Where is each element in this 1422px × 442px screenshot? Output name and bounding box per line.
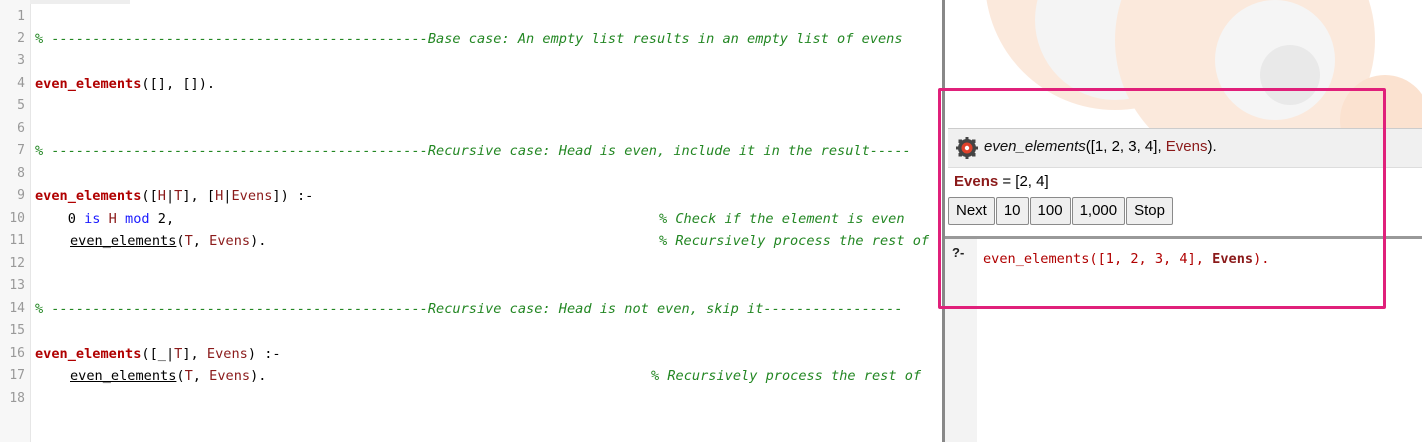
code-text: ).: [250, 368, 267, 384]
editor-top-strip: [30, 0, 130, 4]
variable: Evens: [206, 346, 248, 362]
line-number: 9: [17, 188, 25, 203]
line-number: 11: [9, 233, 25, 248]
query-prompt-gutter: ?-: [945, 239, 977, 442]
code-comment: % Check if the element is even: [659, 211, 905, 227]
code-comment: % Recursively process the rest of: [659, 233, 930, 249]
gear-icon[interactable]: [956, 137, 978, 159]
code-text: ).: [250, 233, 267, 249]
line-number: 15: [9, 323, 25, 338]
next-1000-button[interactable]: 1,000: [1071, 197, 1126, 225]
code-text: ,: [192, 368, 210, 384]
stop-button[interactable]: Stop: [1126, 197, 1173, 225]
predicate-call: even_elements: [70, 233, 177, 249]
query-input-end: ).: [1253, 251, 1270, 267]
answer-query-header: even_elements([1, 2, 3, 4], Evens).: [948, 129, 1422, 168]
line-number: 5: [17, 98, 25, 113]
code-text: ([: [141, 188, 158, 204]
variable: Evens: [231, 188, 273, 204]
predicate-name: even_elements: [35, 76, 142, 92]
answer-binding: Evens = [2, 4]: [954, 173, 1049, 190]
query-input-predicate: even_elements([1, 2, 3, 4],: [983, 251, 1213, 267]
code-text: ],: [182, 346, 207, 362]
code-line: even_elements(T, Evens).: [70, 365, 266, 387]
query-editor[interactable]: ?- even_elements([1, 2, 3, 4], Evens).: [945, 239, 1422, 442]
code-text: ([], []).: [141, 76, 216, 92]
variable: T: [184, 233, 193, 249]
code-comment-line: % --------------------------------------…: [35, 301, 903, 317]
query-input-variable: Evens: [1212, 251, 1254, 267]
answer-panel: even_elements([1, 2, 3, 4], Evens). Even…: [948, 128, 1422, 229]
code-comment: % Recursively process the rest of: [651, 368, 922, 384]
line-number: 2: [17, 31, 25, 46]
answer-controls: Next 10 100 1,000 Stop: [948, 197, 1173, 225]
line-number: 3: [17, 53, 25, 68]
line-number: 8: [17, 166, 25, 181]
next-100-button[interactable]: 100: [1029, 197, 1071, 225]
line-number: 7: [17, 143, 25, 158]
query-end: ).: [1207, 138, 1217, 155]
keyword: is: [84, 211, 101, 227]
code-text: 2,: [149, 211, 175, 227]
variable: H: [100, 211, 126, 227]
code-comment-line: % --------------------------------------…: [35, 31, 903, 47]
query-predicate: even_elements: [984, 138, 1086, 155]
line-number: 6: [17, 121, 25, 136]
results-pane: even_elements([1, 2, 3, 4], Evens). Even…: [945, 0, 1422, 442]
answer-variable: Evens: [954, 173, 999, 190]
code-line: 0 is H mod 2,: [35, 208, 174, 230]
line-number: 18: [9, 391, 25, 406]
variable: H: [157, 188, 166, 204]
line-number: 12: [9, 256, 25, 271]
query-prompt: ?-: [952, 245, 965, 260]
code-text: |: [165, 188, 175, 204]
code-text: ]) :-: [272, 188, 314, 204]
line-number: 14: [9, 301, 25, 316]
line-number: 4: [17, 76, 25, 91]
code-text: ([_|: [141, 346, 175, 362]
variable: T: [184, 368, 193, 384]
line-number: 10: [9, 211, 25, 226]
line-number-gutter: 1 2 3 4 5 6 7 8 9 10 11 12 13 14 15 16 1…: [0, 0, 31, 442]
variable: Evens: [209, 368, 251, 384]
predicate-name: even_elements: [35, 188, 142, 204]
code-line: even_elements(T, Evens).: [70, 230, 266, 252]
query-input[interactable]: even_elements([1, 2, 3, 4], Evens).: [983, 251, 1269, 267]
predicate-call: even_elements: [70, 368, 177, 384]
code-line: even_elements([_|T], Evens) :-: [35, 343, 281, 365]
next-button[interactable]: Next: [948, 197, 995, 225]
query-args: ([1, 2, 3, 4],: [1085, 138, 1166, 155]
line-number: 13: [9, 278, 25, 293]
predicate-name: even_elements: [35, 346, 142, 362]
code-editor[interactable]: 1 2 3 4 5 6 7 8 9 10 11 12 13 14 15 16 1…: [0, 0, 942, 442]
answer-query: even_elements([1, 2, 3, 4], Evens).: [984, 138, 1217, 155]
answer-value: = [2, 4]: [998, 173, 1049, 190]
query-variable: Evens: [1165, 138, 1208, 155]
line-number: 16: [9, 346, 25, 361]
code-text: ) :-: [247, 346, 281, 362]
code-line: even_elements([H|T], [H|Evens]) :-: [35, 185, 313, 207]
variable: Evens: [209, 233, 251, 249]
code-text: ,: [192, 233, 210, 249]
code-comment-line: % --------------------------------------…: [35, 143, 911, 159]
code-line: even_elements([], []).: [35, 73, 215, 95]
code-text: (: [176, 233, 185, 249]
code-text: (: [176, 368, 185, 384]
line-number: 1: [17, 9, 25, 24]
keyword: mod: [125, 211, 150, 227]
next-10-button[interactable]: 10: [995, 197, 1029, 225]
line-number: 17: [9, 368, 25, 383]
code-text: ], [: [182, 188, 216, 204]
code-text: 0: [35, 211, 85, 227]
